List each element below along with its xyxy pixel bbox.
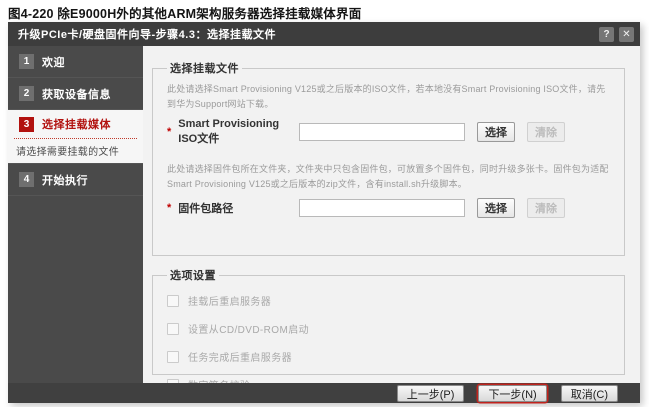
step-label: 选择挂载媒体 [42,116,111,132]
cancel-button[interactable]: 取消(C) [561,385,618,402]
step-label: 欢迎 [42,54,65,70]
checkbox-label: 挂载后重启服务器 [188,293,271,308]
iso-file-label-text: Smart Provisioning ISO文件 [178,118,299,146]
prev-button[interactable]: 上一步(P) [397,385,465,402]
dialog-body: 1 欢迎 2 获取设备信息 3 选择挂载媒体 请选择需要挂载的文件 4 [8,46,640,383]
select-mount-file-group: 选择挂载文件 此处请选择Smart Provisioning V125或之后版本… [152,60,625,256]
group-legend: 选项设置 [167,267,219,283]
wizard-steps-sidebar: 1 欢迎 2 获取设备信息 3 选择挂载媒体 请选择需要挂载的文件 4 [8,46,143,383]
checkbox-boot-from-cddvd[interactable] [167,323,179,335]
step-item-execute[interactable]: 4 开始执行 [8,164,143,196]
checkbox-restart-after-mount[interactable] [167,295,179,307]
option-settings-group: 选项设置 挂载后重启服务器 设置从CD/DVD-ROM启动 任务完成后重启服务器 [152,267,625,375]
titlebar-buttons: ? ✕ [599,27,634,42]
wizard-dialog: 升级PCIe卡/硬盘固件向导-步骤4.3：选择挂载文件 ? ✕ 1 欢迎 2 获… [8,22,640,403]
main-content: 选择挂载文件 此处请选择Smart Provisioning V125或之后版本… [143,46,640,383]
active-step-row: 3 选择挂载媒体 [8,110,143,138]
figure-title: 除E9000H外的其他ARM架构服务器选择挂载媒体界面 [57,7,361,21]
step-number-badge: 1 [19,54,34,69]
iso-file-label: * Smart Provisioning ISO文件 [167,118,299,146]
checkbox-row-restart-after-mount: 挂载后重启服务器 [167,293,608,308]
iso-select-button[interactable]: 选择 [477,122,515,142]
step-label: 获取设备信息 [42,86,111,102]
step-number-badge: 2 [19,86,34,101]
iso-file-input[interactable] [299,123,465,141]
iso-file-description: 此处请选择Smart Provisioning V125或之后版本的ISO文件，… [167,82,610,112]
checkbox-label: 设置从CD/DVD-ROM启动 [188,321,309,336]
required-mark: * [167,202,171,214]
required-mark: * [167,126,171,138]
active-step-divider [14,138,137,139]
step-number-badge: 3 [19,117,34,132]
figure-caption: 图4-220 除E9000H外的其他ARM架构服务器选择挂载媒体界面 [8,3,361,22]
firmware-path-field-row: * 固件包路径 选择 清除 [167,198,612,218]
step-item-welcome[interactable]: 1 欢迎 [8,46,143,78]
figure-number: 图4-220 [8,7,54,21]
dialog-footer: 上一步(P) 下一步(N) 取消(C) [8,383,640,403]
iso-file-field-row: * Smart Provisioning ISO文件 选择 清除 [167,118,612,146]
firmware-path-description: 此处请选择固件包所在文件夹，文件夹中只包含固件包，可放置多个固件包，同时升级多张… [167,162,610,192]
checkbox-restart-after-task[interactable] [167,351,179,363]
step-item-device-info[interactable]: 2 获取设备信息 [8,78,143,110]
dialog-titlebar: 升级PCIe卡/硬盘固件向导-步骤4.3：选择挂载文件 ? ✕ [8,22,640,46]
firmware-clear-button[interactable]: 清除 [527,198,565,218]
help-icon[interactable]: ? [599,27,614,42]
dialog-title: 升级PCIe卡/硬盘固件向导-步骤4.3：选择挂载文件 [18,26,276,42]
firmware-select-button[interactable]: 选择 [477,198,515,218]
firmware-path-input[interactable] [299,199,465,217]
active-step-subtitle: 请选择需要挂载的文件 [8,141,143,160]
close-icon[interactable]: ✕ [619,27,634,42]
checkbox-label: 任务完成后重启服务器 [188,349,292,364]
step-number-badge: 4 [19,172,34,187]
firmware-path-label-text: 固件包路径 [178,200,233,216]
next-button[interactable]: 下一步(N) [478,385,546,402]
checkbox-row-restart-after-task: 任务完成后重启服务器 [167,349,608,364]
group-legend: 选择挂载文件 [167,60,242,76]
checkbox-row-boot-from-cddvd: 设置从CD/DVD-ROM启动 [167,321,608,336]
page: 图4-220 除E9000H外的其他ARM架构服务器选择挂载媒体界面 升级PCI… [0,0,649,407]
step-item-select-media[interactable]: 3 选择挂载媒体 请选择需要挂载的文件 [8,110,143,164]
firmware-path-label: * 固件包路径 [167,200,299,216]
step-label: 开始执行 [42,172,88,188]
iso-clear-button[interactable]: 清除 [527,122,565,142]
